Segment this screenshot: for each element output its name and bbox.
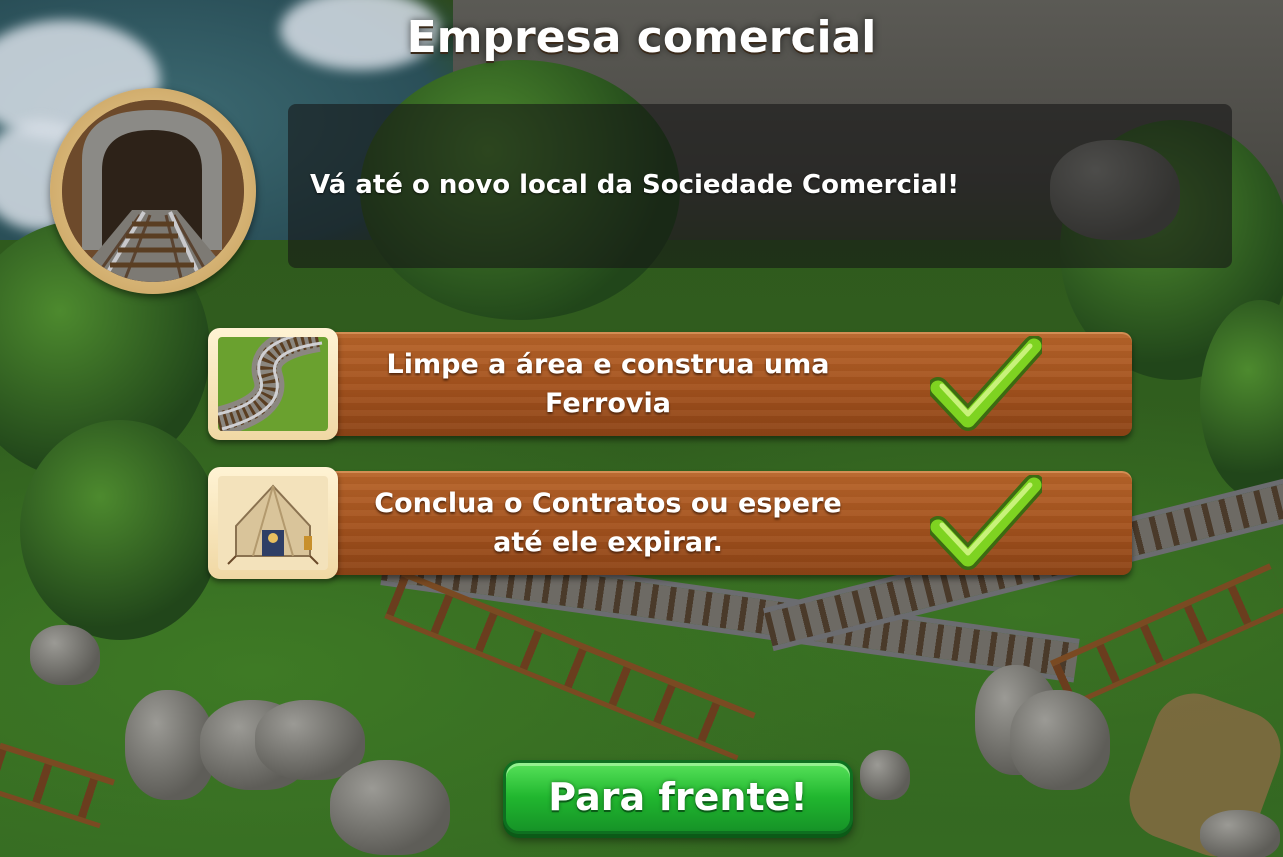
quest-portrait	[50, 88, 256, 294]
quest-description-panel: Vá até o novo local da Sociedade Comerci…	[288, 104, 1232, 268]
rock	[1010, 690, 1110, 790]
merchant-tent-icon	[218, 476, 328, 570]
rock	[30, 625, 100, 685]
dialog-title: Empresa comercial	[406, 12, 877, 63]
checkmark-icon	[927, 474, 1045, 571]
mine-tunnel-icon	[62, 100, 244, 282]
task-row: Conclua o Contratos ou espere até ele ex…	[208, 467, 1134, 579]
task-icon-frame	[208, 467, 338, 579]
continue-button[interactable]: Para frente!	[503, 760, 853, 834]
rock	[1200, 810, 1280, 857]
rock	[330, 760, 450, 855]
task-label: Conclua o Contratos ou espere até ele ex…	[374, 487, 842, 558]
railway-track-icon	[218, 337, 328, 431]
rock	[860, 750, 910, 800]
tree	[20, 420, 220, 640]
task-row: Limpe a área e construa uma Ferrovia	[208, 328, 1134, 440]
quest-description: Vá até o novo local da Sociedade Comerci…	[310, 170, 960, 200]
task-icon-frame	[208, 328, 338, 440]
checkmark-icon	[927, 335, 1045, 432]
task-label: Limpe a área e construa uma Ferrovia	[386, 348, 830, 419]
rock	[255, 700, 365, 780]
